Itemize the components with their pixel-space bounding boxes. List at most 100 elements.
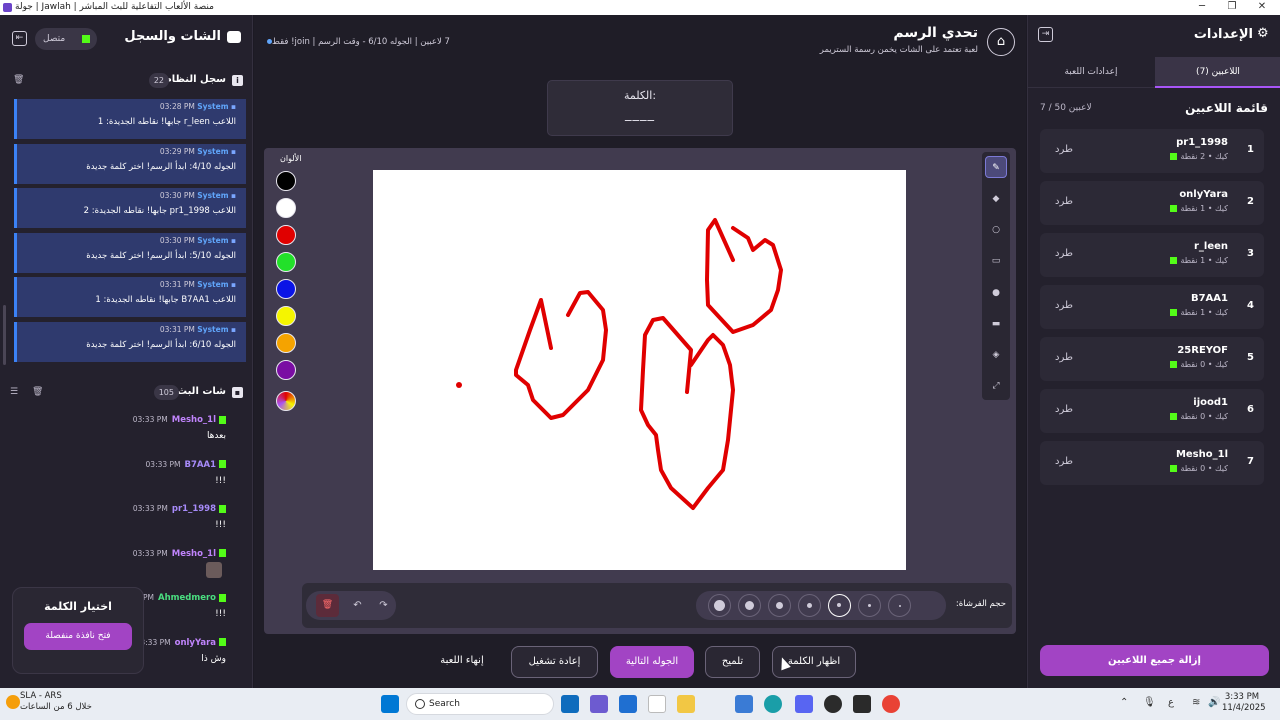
edge-icon[interactable] [764,695,782,713]
color-swatch[interactable] [276,306,296,326]
wifi-icon[interactable]: ≋ [1192,697,1200,708]
kick-icon [219,549,226,557]
system-log-item: 03:29 PM System ▪ الجوله 4/10: ابدأ الرسم… [14,143,246,184]
store-icon[interactable] [648,695,666,713]
brush-size-xxs[interactable] [888,594,911,617]
trash-icon[interactable]: 🗑 [32,387,43,398]
drawing-canvas[interactable] [373,170,906,570]
minimize-button[interactable]: ─ [1185,0,1219,15]
fill-bucket-icon[interactable]: ◈ [985,344,1007,366]
rectangle-icon[interactable]: ▭ [985,250,1007,272]
custom-color-picker[interactable] [276,391,296,411]
collapse-panel-icon[interactable]: ⇥ [1038,27,1053,42]
clear-canvas-button[interactable]: 🗑 [316,594,339,617]
window-title: منصة الألعاب التفاعلية للبث المباشر | Ja… [15,2,214,12]
clock[interactable]: 3:33 PM 11/4/2025 [1222,692,1266,714]
color-swatch[interactable] [276,252,296,272]
chrome-icon[interactable] [882,695,900,713]
brush-size-lg[interactable] [738,594,761,617]
chat-username-row: 03:33 PM Mesho_1l [133,549,226,559]
defender-icon[interactable] [619,695,637,713]
system-log-item: 03:31 PM System ▪ الجوله 6/10: ابدأ الرسم… [14,321,246,362]
system-log-text: الجوله 4/10: ابدأ الرسم! اختر كلمة جديدة [86,161,236,172]
filled-circle-icon[interactable]: ● [985,282,1007,304]
list-icon[interactable]: ☰ [10,387,20,398]
copilot-icon[interactable] [590,695,608,713]
circle-icon[interactable]: ○ [985,219,1007,241]
obs-icon[interactable] [824,695,842,713]
system-log-author: System [197,280,229,289]
redo-icon[interactable]: ↷ [372,594,395,617]
color-swatch[interactable] [276,333,296,353]
player-name: Mesho_1l [1175,449,1228,460]
next-round-button[interactable]: الجوله التالية [610,646,694,678]
home-icon[interactable]: ⌂ [987,28,1015,56]
start-icon[interactable] [381,695,399,713]
color-swatch[interactable] [276,225,296,245]
brush-size-xs[interactable] [858,594,881,617]
kick-player-button[interactable]: طرد [1055,404,1073,415]
close-button[interactable]: ✕ [1245,0,1279,15]
filled-rectangle-icon[interactable]: ▬ [985,313,1007,335]
system-log-text: الجوله 5/10: ابدأ الرسم! اختر كلمة جديدة [86,250,236,261]
collapse-panel-icon[interactable]: ⇤ [12,31,27,46]
taskbar-search[interactable]: Search [406,693,554,715]
kick-icon [219,415,226,424]
player-row: 7 Mesho_1l كيك • 0 نقطة طرد [1040,441,1264,485]
outlook-icon[interactable] [561,695,579,713]
chat-text: بعدها [206,431,226,441]
brush-size-sm[interactable] [798,594,821,617]
brush-size-label: حجم الفرشاة: [955,599,1006,609]
language-indicator[interactable]: ع [1168,697,1174,708]
kick-icon [219,504,226,513]
eraser-icon[interactable]: ◆ [985,188,1007,210]
player-meta: كيك • 1 نقطة [1170,256,1228,265]
chevron-up-icon[interactable]: ⌃ [1120,697,1128,708]
line-icon[interactable]: ⤢ [985,375,1007,397]
chat-log-header: الشات والسجل متصل ⇤ [0,15,253,62]
chat-time: 03:33 PM [132,415,168,424]
player-row: 6 ijood1 كيك • 0 نقطة طرد [1040,389,1264,433]
game-subtitle: لعبة تعتمد على الشات يخمن رسمة الستريمر [819,45,978,55]
pen-icon[interactable]: ✎ [985,156,1007,178]
tab-players[interactable]: اللاعبين (7) [1155,57,1280,88]
player-rank: 6 [1247,404,1254,415]
word-display: الكلمة: ____ [547,80,733,136]
remove-all-players-button[interactable]: إزالة جميع اللاعبين [1040,645,1269,676]
color-swatch[interactable] [276,279,296,299]
restart-button[interactable]: إعادة تشغيل [511,646,598,678]
tab-game-settings[interactable]: إعدادات اللعبة [1028,57,1154,88]
palette-label: الألوان [280,154,302,163]
epic-games-icon[interactable] [853,695,871,713]
maximize-button[interactable]: ❐ [1215,0,1249,15]
color-swatch[interactable] [276,198,296,218]
trash-icon[interactable]: 🗑 [13,75,24,86]
kick-player-button[interactable]: طرد [1055,352,1073,363]
kick-player-button[interactable]: طرد [1055,456,1073,467]
stream-chat-header: ▪ شات البث 105 🗑 ☰ [0,380,253,406]
kick-player-button[interactable]: طرد [1055,300,1073,311]
discord-icon[interactable] [795,695,813,713]
volume-icon[interactable]: 🔊 [1208,697,1220,708]
scrollbar[interactable] [3,305,6,365]
file-explorer-icon[interactable] [677,695,695,713]
microphone-icon[interactable]: 🎙 [1143,697,1156,708]
kick-player-button[interactable]: طرد [1055,248,1073,259]
brush-size-selected[interactable] [828,594,851,617]
system-log-text: الجوله 6/10: ابدأ الرسم! اختر كلمة جديدة [86,339,236,350]
settings-app-icon[interactable] [735,695,753,713]
kick-player-button[interactable]: طرد [1055,144,1073,155]
color-swatch[interactable] [276,171,296,191]
open-separate-window-button[interactable]: فتح نافذة منفصلة [24,623,132,650]
end-game-button[interactable]: إنهاء اللعبة [422,646,502,678]
brush-size-xl[interactable] [708,594,731,617]
brush-size-md[interactable] [768,594,791,617]
kick-player-button[interactable]: طرد [1055,196,1073,207]
kick-icon [1170,205,1178,212]
color-swatch[interactable] [276,360,296,380]
system-log-meta: 03:28 PM System ▪ [159,102,236,111]
hint-button[interactable]: تلميح [705,646,760,678]
undo-icon[interactable]: ↶ [346,594,369,617]
weather-widget[interactable]: SLA - ARS خلال 6 من الساعات [20,691,92,713]
chat-username-row: 03:33 PM B7AA1 [146,460,226,470]
